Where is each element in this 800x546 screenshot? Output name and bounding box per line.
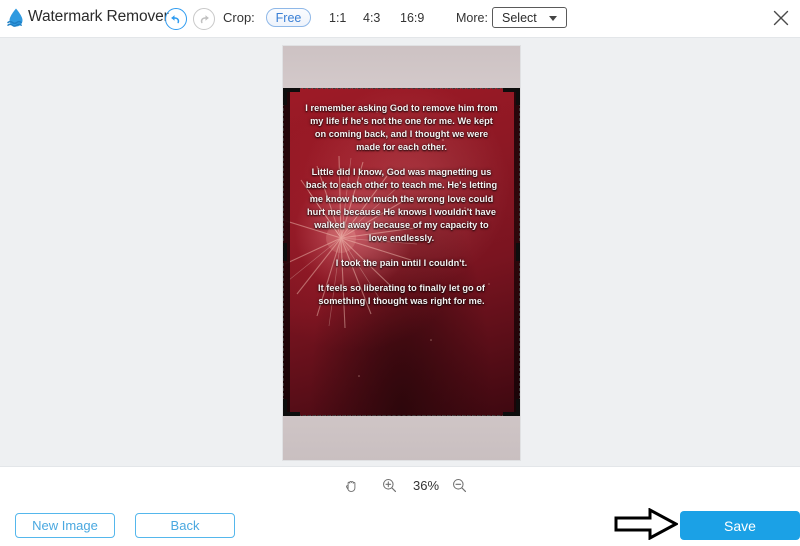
more-select-value: Select [502, 10, 537, 25]
page-title: Watermark Remover [28, 8, 169, 25]
header-toolbar: Watermark Remover Crop: Free 1:1 4:3 16:… [0, 0, 800, 37]
redo-button[interactable] [193, 8, 215, 30]
back-button[interactable]: Back [135, 513, 235, 538]
quote-paragraph: I remember asking God to remove him from… [305, 103, 498, 153]
crop-ratio-free[interactable]: Free [266, 8, 311, 27]
crop-ratio-16-9[interactable]: 16:9 [400, 11, 424, 25]
undo-arrow-icon [171, 15, 180, 24]
zoom-in-icon [382, 478, 396, 492]
close-icon [773, 10, 789, 26]
crop-label: Crop: [223, 10, 255, 25]
crop-selection-region[interactable]: I remember asking God to remove him from… [283, 88, 520, 416]
edited-photo[interactable]: I remember asking God to remove him from… [283, 46, 520, 460]
crop-ratio-4-3[interactable]: 4:3 [363, 11, 380, 25]
zoom-in-button[interactable] [379, 475, 399, 495]
right-arrow-annotation [614, 508, 678, 540]
watermark-remover-window: Watermark Remover Crop: Free 1:1 4:3 16:… [0, 0, 800, 546]
zoom-toolbar: 36% [0, 466, 800, 502]
hand-tool-button[interactable] [341, 475, 361, 495]
crop-ratio-1-1[interactable]: 1:1 [329, 11, 346, 25]
footer-bar: New Image Back Save [0, 502, 800, 546]
image-canvas-area[interactable]: I remember asking God to remove him from… [0, 37, 800, 466]
more-select-dropdown[interactable]: Select [492, 7, 567, 28]
quote-paragraph: I took the pain until I couldn't. [335, 257, 468, 268]
redo-arrow-icon [200, 15, 209, 24]
chevron-down-icon [549, 16, 557, 21]
close-button[interactable] [768, 5, 794, 31]
zoom-out-icon [452, 478, 466, 492]
zoom-out-button[interactable] [449, 475, 469, 495]
quote-paragraph: Little did I know, God was magnetting us… [305, 167, 498, 243]
photo-quote-text: I remember asking God to remove him from… [283, 88, 520, 308]
photo-top-band [283, 46, 520, 88]
zoom-level-value: 36% [412, 477, 440, 493]
save-button[interactable]: Save [680, 511, 800, 540]
water-drop-icon [2, 4, 30, 32]
more-label: More: [456, 11, 488, 25]
quote-paragraph: It feels so liberating to finally let go… [317, 283, 486, 307]
undo-button[interactable] [165, 8, 187, 30]
photo-bottom-band [283, 416, 520, 460]
hand-tool-icon [345, 480, 355, 492]
new-image-button[interactable]: New Image [15, 513, 115, 538]
